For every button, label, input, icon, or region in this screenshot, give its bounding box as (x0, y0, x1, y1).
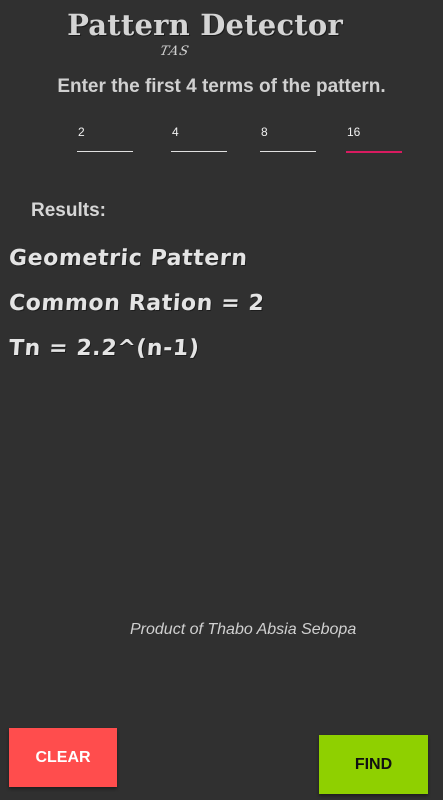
term-3-value: 8 (261, 125, 268, 139)
term-4-input[interactable]: 16 (346, 118, 402, 153)
general-term-result: Tn = 2.2^(n-1) (8, 336, 201, 361)
signature-logo: TAS (158, 44, 191, 59)
term-1-input[interactable]: 2 (77, 118, 133, 152)
term-4-value: 16 (347, 125, 361, 139)
footer-credit: Product of Thabo Absia Sebopa (130, 621, 357, 638)
clear-button[interactable]: CLEAR (9, 728, 117, 787)
pattern-type-result: Geometric Pattern (8, 246, 249, 271)
term-2-input[interactable]: 4 (171, 118, 227, 152)
term-2-value: 4 (172, 125, 179, 139)
find-button[interactable]: FIND (319, 735, 428, 794)
term-1-value: 2 (78, 125, 85, 139)
term-3-input[interactable]: 8 (260, 118, 316, 152)
results-label: Results: (31, 200, 106, 221)
instruction-text: Enter the first 4 terms of the pattern. (57, 76, 386, 97)
app-title: Pattern Detector (67, 8, 343, 42)
find-button-label: FIND (354, 755, 393, 773)
common-ratio-result: Common Ration = 2 (8, 291, 266, 316)
clear-button-label: CLEAR (35, 748, 91, 766)
